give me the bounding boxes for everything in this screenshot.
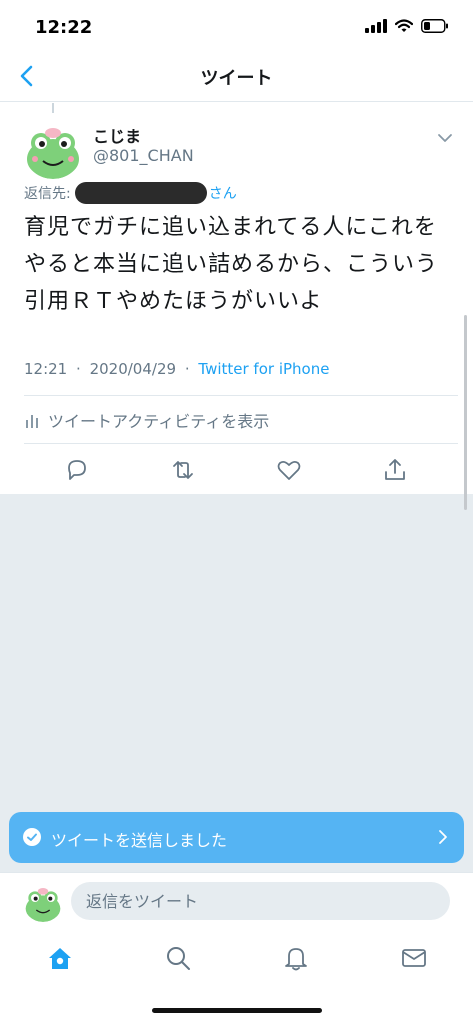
tweet-text: 育児でガチに追い込まれてる人にこれをやると本当に追い詰めるから、こういう引用ＲＴ… [24,215,439,314]
chevron-right-icon [439,830,447,844]
avatar[interactable] [23,119,83,179]
display-name[interactable]: こじま [93,123,141,147]
messages-icon[interactable] [400,944,428,972]
frog-avatar-icon [23,119,83,179]
like-icon[interactable] [275,456,303,484]
tweet-date: 2020/04/29 [89,360,177,378]
tweet-activity-link[interactable]: ツイートアクティビティを表示 [24,408,269,432]
divider [24,395,458,396]
tweet-time: 12:21 [24,360,68,378]
status-icons [365,19,449,33]
redacted-username [74,182,207,204]
notifications-icon[interactable] [282,944,310,972]
battery-icon [421,19,448,33]
tweet-actions [0,452,473,492]
wifi-icon [395,19,413,32]
thread-line [52,103,54,113]
nav-bar: ツイート [0,50,473,102]
status-bar: 12:22 [0,0,473,50]
bar-chart-icon [26,415,38,428]
home-icon[interactable] [46,944,74,972]
tweet-meta: 12:21 · 2020/04/29 · Twitter for iPhone [24,360,329,378]
tweet-source-link[interactable]: Twitter for iPhone [198,360,329,378]
user-handle[interactable]: @801_CHAN [93,146,194,165]
retweet-icon[interactable] [169,456,197,484]
share-icon[interactable] [381,456,409,484]
check-circle-icon [23,828,41,846]
home-indicator[interactable] [152,1008,322,1013]
reply-to-line: 返信先: さん [24,182,237,204]
reply-input[interactable] [71,882,450,920]
frog-avatar-icon [23,882,63,922]
reply-bar [0,872,473,930]
tab-bar [0,930,473,1024]
meta-separator: · [76,360,81,378]
meta-separator: · [184,360,190,378]
chevron-down-icon[interactable] [434,127,456,149]
reply-to-suffix[interactable]: さん [209,183,237,203]
reply-icon[interactable] [63,456,91,484]
toast-message: ツイートを送信しました [51,831,228,850]
page-title: ツイート [200,68,273,89]
scrollbar[interactable] [464,315,467,510]
tweet-activity-label: ツイートアクティビティを表示 [48,412,270,431]
status-time: 12:22 [35,17,93,38]
divider [24,443,458,444]
tweet-detail: こじま @801_CHAN 返信先: さん 育児でガチに追い込まれてる人にこれを… [0,103,473,494]
reply-to-prefix: 返信先: [24,186,71,202]
sent-toast[interactable]: ツイートを送信しました [9,812,464,863]
avatar [23,882,63,922]
search-icon[interactable] [164,944,192,972]
cellular-signal-icon [365,19,387,33]
